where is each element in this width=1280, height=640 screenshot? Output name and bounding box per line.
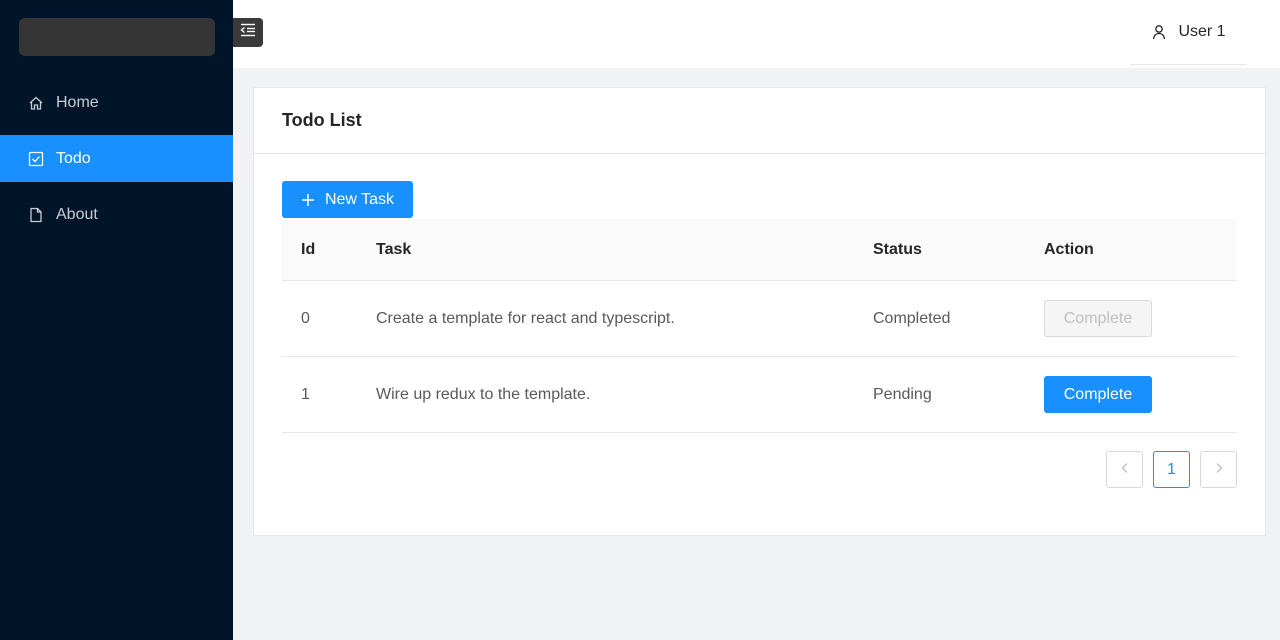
checkbox-icon (28, 151, 44, 167)
chevron-right-icon (1214, 461, 1224, 479)
complete-button[interactable]: Complete (1044, 376, 1152, 413)
sidebar-item-home[interactable]: Home (0, 79, 233, 126)
home-icon (28, 95, 44, 111)
table-row: 1 Wire up redux to the template. Pending… (282, 357, 1237, 433)
top-header: User 1 (233, 0, 1280, 68)
chevron-left-icon (1120, 461, 1130, 479)
sidebar-item-label: Todo (56, 149, 91, 167)
column-header-task: Task (376, 240, 412, 258)
next-page-button[interactable] (1200, 451, 1237, 488)
page-number[interactable]: 1 (1153, 451, 1190, 488)
sidebar-item-about[interactable]: About (0, 191, 233, 238)
plus-icon (301, 193, 315, 207)
sidebar-item-label: About (56, 205, 98, 223)
new-task-button[interactable]: New Task (282, 181, 413, 218)
user-menu[interactable]: User 1 (1130, 0, 1247, 65)
sidebar-menu: Home Todo About (0, 79, 233, 247)
user-icon (1151, 24, 1167, 40)
pagination: 1 (1106, 451, 1237, 488)
cell-action: Complete (1044, 376, 1237, 413)
todo-card: Todo List New Task Id Task Status Action… (253, 87, 1266, 536)
todo-table: Id Task Status Action 0 Create a templat… (282, 219, 1237, 433)
sidebar: Home Todo About (0, 0, 233, 640)
cell-task: Create a template for react and typescri… (376, 309, 675, 327)
cell-action: Complete (1044, 300, 1237, 337)
file-icon (28, 207, 44, 223)
cell-id: 1 (301, 385, 310, 403)
table-row: 0 Create a template for react and typesc… (282, 281, 1237, 357)
user-name: User 1 (1178, 23, 1226, 40)
cell-status: Completed (873, 309, 951, 327)
sidebar-item-label: Home (56, 93, 99, 111)
menu-fold-icon (240, 23, 256, 42)
complete-button: Complete (1044, 300, 1152, 337)
cell-id: 0 (301, 309, 310, 327)
cell-task: Wire up redux to the template. (376, 385, 591, 403)
menu-fold-button[interactable] (233, 18, 263, 47)
cell-status: Pending (873, 385, 932, 403)
card-title: Todo List (254, 88, 1265, 154)
logo (19, 18, 215, 56)
sidebar-item-todo[interactable]: Todo (0, 135, 233, 182)
new-task-label: New Task (324, 190, 395, 208)
column-header-action: Action (1044, 240, 1094, 258)
column-header-status: Status (873, 240, 922, 258)
table-header: Id Task Status Action (282, 219, 1237, 281)
prev-page-button[interactable] (1106, 451, 1143, 488)
column-header-id: Id (301, 240, 316, 258)
